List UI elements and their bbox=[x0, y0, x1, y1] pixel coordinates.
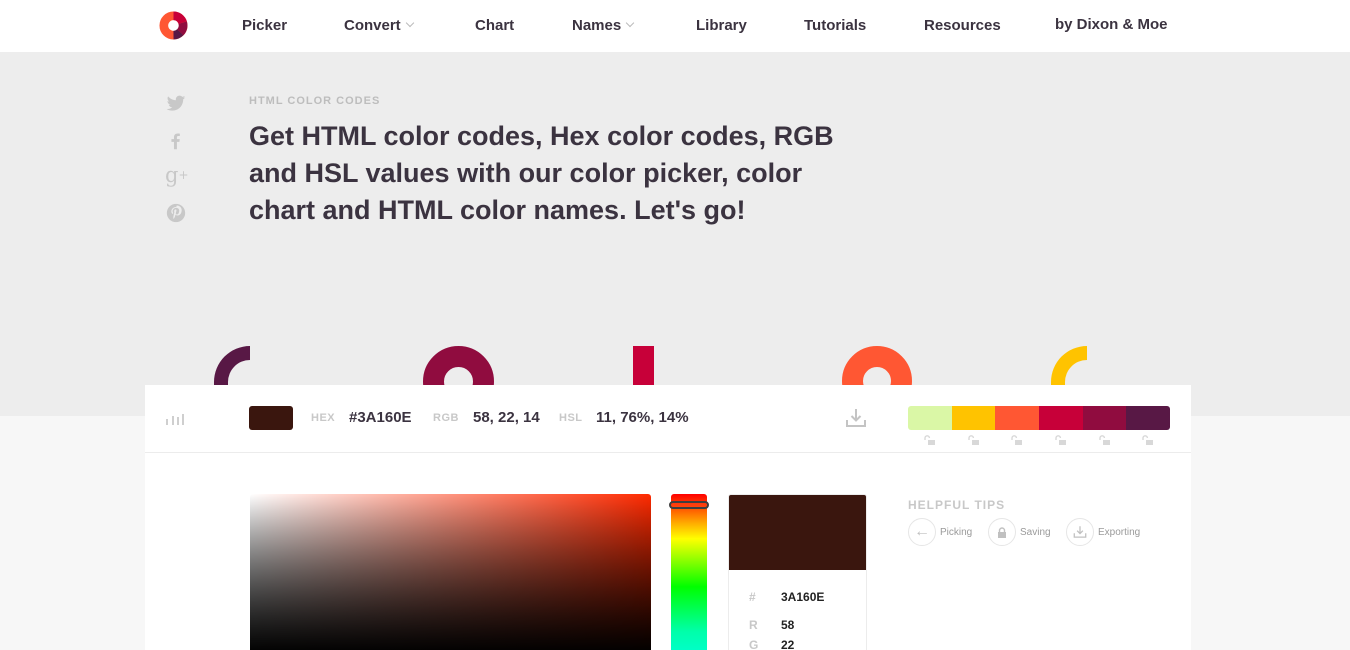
nav-label: Chart bbox=[475, 17, 515, 34]
nav-picker[interactable]: Picker bbox=[242, 17, 287, 34]
nav-chart[interactable]: Chart bbox=[475, 17, 514, 34]
hue-slider-handle[interactable] bbox=[669, 501, 709, 509]
logo-icon[interactable] bbox=[159, 11, 188, 40]
decorative-ring-crimson bbox=[423, 346, 494, 386]
tip-exporting[interactable]: Exporting bbox=[1066, 518, 1140, 546]
nav-library[interactable]: Library bbox=[696, 17, 747, 34]
chevron-down-icon bbox=[405, 18, 414, 28]
nav-label: Resources bbox=[924, 17, 1001, 34]
palette-swatch[interactable] bbox=[908, 406, 952, 430]
hex-value-preview[interactable]: 3A160E bbox=[781, 590, 824, 604]
hue-slider[interactable] bbox=[671, 494, 707, 650]
chevron-down-icon bbox=[625, 18, 635, 28]
palette-swatch[interactable] bbox=[995, 406, 1040, 430]
decorative-bar-red bbox=[633, 346, 654, 386]
rgb-label: RGB bbox=[433, 412, 459, 424]
nav-convert[interactable]: Convert bbox=[344, 17, 414, 34]
nav-label: Picker bbox=[242, 17, 288, 34]
preview-r-row: R 58 bbox=[749, 618, 794, 632]
unlock-icon[interactable] bbox=[995, 433, 1039, 451]
page-eyebrow: HTML COLOR CODES bbox=[249, 95, 381, 107]
color-picker-card: HEX #3A160E RGB 58, 22, 14 HSL 11, 76%, … bbox=[145, 385, 1191, 650]
preview-hex-row: #3A160E bbox=[749, 590, 824, 604]
r-value[interactable]: 58 bbox=[781, 618, 794, 632]
color-preview-swatch bbox=[729, 495, 866, 570]
tip-label: Saving bbox=[1020, 526, 1051, 538]
unlock-icon[interactable] bbox=[952, 433, 996, 451]
r-key: R bbox=[749, 618, 758, 632]
saturation-brightness-picker[interactable] bbox=[250, 494, 651, 650]
decorative-ring-orange bbox=[842, 346, 912, 386]
top-navigation: Picker Convert Chart Names Library Tutor… bbox=[0, 0, 1350, 52]
hsl-value[interactable]: 11, 76%, 14% bbox=[596, 409, 689, 426]
palette-swatch[interactable] bbox=[1082, 406, 1127, 430]
unlock-icon[interactable] bbox=[908, 433, 952, 451]
hsl-label: HSL bbox=[559, 412, 583, 424]
nav-label: Names bbox=[572, 17, 622, 34]
lock-icon bbox=[988, 518, 1016, 546]
pinterest-icon[interactable] bbox=[165, 202, 187, 224]
tip-picking[interactable]: ← Picking bbox=[908, 518, 972, 546]
nav-label: Tutorials bbox=[804, 17, 867, 34]
twitter-icon[interactable] bbox=[165, 92, 187, 114]
arrow-left-icon: ← bbox=[908, 518, 936, 546]
download-icon[interactable] bbox=[845, 407, 867, 429]
nav-label: Convert bbox=[344, 17, 401, 34]
nav-tutorials[interactable]: Tutorials bbox=[804, 17, 866, 34]
g-value[interactable]: 22 bbox=[781, 638, 794, 650]
rgb-value[interactable]: 58, 22, 14 bbox=[473, 409, 540, 426]
bar-chart-icon[interactable] bbox=[165, 413, 187, 425]
helpful-tips-title: HELPFUL TIPS bbox=[908, 498, 1006, 512]
color-preview-panel: #3A160E R 58 G 22 bbox=[728, 494, 867, 650]
divider bbox=[145, 452, 1191, 453]
current-color-swatch bbox=[249, 406, 293, 430]
palette-swatch[interactable] bbox=[951, 406, 996, 430]
nav-by-dixon-moe[interactable]: by Dixon & Moe bbox=[1055, 16, 1168, 33]
hex-label: HEX bbox=[311, 412, 336, 424]
nav-label: Library bbox=[696, 17, 747, 34]
hero-section: g+ HTML COLOR CODES Get HTML color codes… bbox=[0, 52, 1350, 416]
tip-label: Exporting bbox=[1098, 526, 1141, 538]
unlock-icon[interactable] bbox=[1039, 433, 1083, 451]
nav-label: by Dixon & Moe bbox=[1055, 16, 1168, 33]
facebook-icon[interactable] bbox=[165, 130, 187, 152]
unlock-icon[interactable] bbox=[1083, 433, 1127, 451]
download-icon bbox=[1066, 518, 1094, 546]
page-headline: Get HTML color codes, Hex color codes, R… bbox=[249, 121, 834, 225]
unlock-icon[interactable] bbox=[1126, 433, 1170, 451]
google-plus-icon[interactable]: g+ bbox=[165, 164, 189, 186]
nav-names[interactable]: Names bbox=[572, 17, 635, 34]
preview-g-row: G 22 bbox=[749, 638, 794, 650]
tip-saving[interactable]: Saving bbox=[988, 518, 1051, 546]
decorative-arc-yellow bbox=[1051, 346, 1087, 386]
hex-key: # bbox=[749, 590, 756, 604]
palette-strip bbox=[908, 406, 1170, 430]
palette-locks bbox=[908, 433, 1170, 451]
nav-resources[interactable]: Resources bbox=[924, 17, 1001, 34]
hex-value[interactable]: #3A160E bbox=[349, 409, 412, 426]
g-key: G bbox=[749, 638, 759, 650]
palette-swatch[interactable] bbox=[1126, 406, 1170, 430]
palette-swatch[interactable] bbox=[1039, 406, 1083, 430]
tip-label: Picking bbox=[940, 526, 973, 538]
